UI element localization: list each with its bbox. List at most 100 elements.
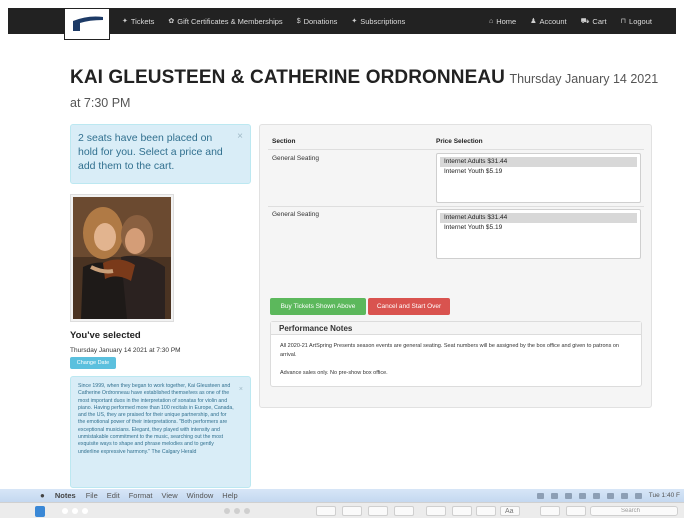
tray-app-icon[interactable]: [564, 492, 572, 499]
nav-gift-certificates[interactable]: ✿ Gift Certificates & Memberships: [168, 17, 282, 26]
nav-tickets-label: Tickets: [130, 16, 155, 26]
home-icon: ⌂: [488, 17, 494, 25]
tray-app-icon[interactable]: [536, 492, 544, 499]
header-divider: [268, 149, 644, 150]
hold-notice: 2 seats have been placed on hold for you…: [70, 124, 251, 184]
nav-subscriptions[interactable]: ✦ Subscriptions: [351, 17, 405, 26]
nav-subscriptions-label: Subscriptions: [360, 16, 406, 26]
price-option[interactable]: Internet Adults $31.44: [440, 157, 637, 167]
share-button[interactable]: [566, 506, 586, 516]
price-option[interactable]: Internet Youth $5.19: [440, 167, 637, 177]
menu-help[interactable]: Help: [222, 491, 237, 500]
tray-app-icon[interactable]: [550, 492, 558, 499]
media-button[interactable]: [540, 506, 560, 516]
zoom-window-icon[interactable]: [244, 508, 250, 514]
nav-logout[interactable]: ⊓ Logout: [621, 17, 652, 26]
menu-window[interactable]: Window: [187, 491, 214, 500]
status-tray: Tue 1:40 F: [536, 489, 680, 502]
delete-button[interactable]: [368, 506, 388, 516]
buy-tickets-button[interactable]: Buy Tickets Shown Above: [270, 298, 366, 315]
nav-right-group: ⌂ Home ♟ Account ⛟ Cart ⊓ Logout: [489, 8, 652, 34]
row-2-price-select[interactable]: Internet Adults $31.44 Internet Youth $5…: [436, 209, 641, 259]
row-2-section: General Seating: [272, 211, 319, 218]
nav-left-group: ✦ Tickets ✿ Gift Certificates & Membersh…: [122, 8, 405, 34]
performer-image: [73, 197, 171, 319]
close-window-icon[interactable]: [62, 508, 68, 514]
bio-text: Since 1999, when they began to work toge…: [78, 383, 234, 455]
menu-view[interactable]: View: [161, 491, 177, 500]
gallery-view-button[interactable]: [342, 506, 362, 516]
price-option[interactable]: Internet Youth $5.19: [440, 223, 637, 233]
nav-cart-label: Cart: [592, 16, 607, 26]
mac-menubar: ● Notes File Edit Format View Window Hel…: [0, 489, 684, 502]
compose-button[interactable]: [394, 506, 414, 516]
nav-donations[interactable]: $ Donations: [297, 17, 338, 26]
nav-account-label: Account: [539, 16, 567, 26]
selected-date: Thursday January 14 2021 at 7:30 PM: [70, 347, 181, 354]
tray-app-icon[interactable]: [578, 492, 586, 499]
cancel-start-over-button[interactable]: Cancel and Start Over: [368, 298, 450, 315]
close-icon[interactable]: ×: [237, 131, 243, 142]
nav-account[interactable]: ♟ Account: [530, 17, 566, 26]
tray-app-icon[interactable]: [592, 492, 600, 499]
gift-icon: ✿: [168, 18, 175, 25]
nav-cart[interactable]: ⛟ Cart: [581, 17, 607, 26]
nav-home-label: Home: [496, 16, 517, 26]
price-selection-panel: Section Price Selection General Seating …: [259, 124, 652, 408]
performer-bio: Since 1999, when they began to work toge…: [70, 376, 251, 488]
sidebar-toggle-button[interactable]: [316, 506, 336, 516]
close-icon[interactable]: ×: [239, 386, 243, 393]
nav-home[interactable]: ⌂ Home: [489, 17, 516, 26]
dollar-icon: $: [296, 17, 301, 25]
row-1-price-select[interactable]: Internet Adults $31.44 Internet Youth $5…: [436, 153, 641, 203]
event-performer: KAI GLEUSTEEN & CATHERINE ORDRONNEAU: [70, 67, 505, 88]
nav-tickets[interactable]: ✦ Tickets: [122, 17, 154, 26]
performance-notes-advance: Advance sales only. No pre-show box offi…: [280, 370, 388, 376]
tag-icon: ✦: [351, 18, 358, 25]
checklist-button[interactable]: [476, 506, 496, 516]
performance-notes: Performance Notes All 2020-21 ArtSpring …: [270, 321, 642, 387]
menu-file[interactable]: File: [86, 491, 98, 500]
performance-notes-text: All 2020-21 ArtSpring Presents season ev…: [280, 343, 619, 358]
hold-notice-text: 2 seats have been placed on hold for you…: [78, 132, 223, 172]
notes-toolbar: Aa: [0, 502, 684, 518]
performance-notes-title: Performance Notes: [271, 322, 641, 335]
row-1-section: General Seating: [272, 155, 319, 162]
change-date-button[interactable]: Change Date: [70, 357, 116, 369]
tray-app-icon[interactable]: [606, 492, 614, 499]
column-section: Section: [272, 138, 296, 145]
table-header: Section Price Selection: [272, 138, 642, 145]
top-navbar: ✦ Tickets ✿ Gift Certificates & Membersh…: [8, 8, 676, 40]
battery-icon[interactable]: [634, 492, 642, 499]
menubar-app-name[interactable]: Notes: [55, 491, 76, 500]
zoom-window-icon[interactable]: [82, 508, 88, 514]
format-button[interactable]: Aa: [500, 506, 520, 516]
selected-heading: You've selected: [70, 330, 141, 341]
finder-icon[interactable]: [35, 506, 45, 517]
column-price-selection: Price Selection: [436, 138, 483, 145]
nav-gift-certificates-label: Gift Certificates & Memberships: [177, 16, 283, 26]
lock-icon: ⊓: [620, 18, 627, 25]
apple-icon[interactable]: ●: [40, 491, 45, 500]
minimize-window-icon[interactable]: [234, 508, 240, 514]
close-window-icon[interactable]: [224, 508, 230, 514]
cart-icon: ⛟: [580, 17, 590, 25]
table-button[interactable]: [452, 506, 472, 516]
site-logo[interactable]: [64, 8, 110, 40]
price-option[interactable]: Internet Adults $31.44: [440, 213, 637, 223]
format-button-label: Aa: [505, 508, 514, 515]
logo-mark-icon: [73, 16, 103, 31]
menubar-clock[interactable]: Tue 1:40 F: [649, 492, 680, 499]
wifi-icon[interactable]: [620, 492, 628, 499]
nav-logout-label: Logout: [629, 16, 652, 26]
menu-edit[interactable]: Edit: [107, 491, 120, 500]
menu-format[interactable]: Format: [129, 491, 153, 500]
lock-note-button[interactable]: [426, 506, 446, 516]
notes-search-input[interactable]: [590, 506, 678, 516]
user-icon: ♟: [530, 18, 537, 25]
ticket-icon: ✦: [122, 18, 128, 25]
nav-donations-label: Donations: [303, 16, 338, 26]
minimize-window-icon[interactable]: [72, 508, 78, 514]
row-divider: [268, 206, 644, 207]
performer-photo: [70, 194, 174, 322]
